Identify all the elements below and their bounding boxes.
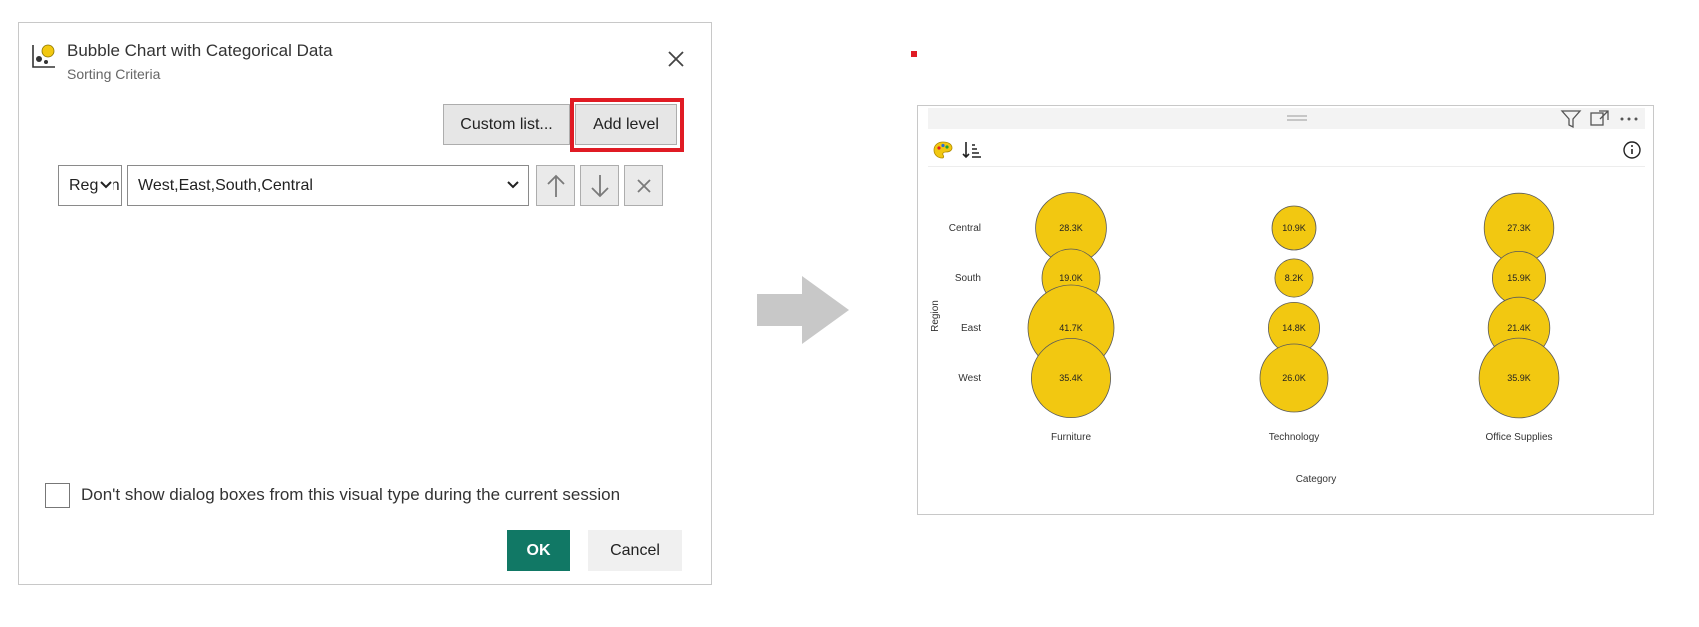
order-select-value: West,East,South,Central [138, 176, 313, 194]
remove-level-button[interactable] [624, 165, 663, 206]
add-level-button[interactable]: Add level [575, 104, 677, 145]
chevron-down-icon [99, 177, 113, 193]
cancel-button[interactable]: Cancel [588, 530, 682, 571]
y-tick-label: Central [949, 223, 981, 234]
arrow-up-icon [546, 174, 565, 197]
dont-show-label: Don't show dialog boxes from this visual… [81, 485, 621, 504]
move-up-button[interactable] [536, 165, 575, 206]
bubble-data-label: 41.7K [1059, 323, 1083, 333]
bubble-chart-visual: Region Central South East West Furniture Tec… [917, 105, 1654, 515]
bubble-data-label: 26.0K [1282, 373, 1306, 383]
bubble-data-label: 14.8K [1282, 323, 1306, 333]
bubble-data-label: 8.2K [1285, 273, 1304, 283]
y-tick-label: East [961, 323, 981, 334]
bubble-data-label: 10.9K [1282, 223, 1306, 233]
bubble-chart-icon [32, 44, 55, 68]
x-tick-label: Furniture [1051, 432, 1091, 443]
bubble-data-label: 35.4K [1059, 373, 1083, 383]
arrow-right-icon [757, 276, 849, 344]
sorting-dialog: Bubble Chart with Categorical Data Sorti… [18, 22, 712, 585]
x-tick-label: Technology [1269, 432, 1320, 443]
bubble-data-label: 21.4K [1507, 323, 1531, 333]
y-tick-label: South [955, 273, 981, 284]
bubble-data-label: 15.9K [1507, 273, 1531, 283]
marker-dot [911, 51, 917, 57]
close-icon [636, 178, 651, 193]
dialog-subtitle: Sorting Criteria [67, 66, 161, 82]
y-axis-label: Region [930, 300, 941, 332]
bubble-data-label: 28.3K [1059, 223, 1083, 233]
y-tick-label: West [958, 373, 981, 384]
ok-button[interactable]: OK [507, 530, 570, 571]
chevron-down-icon [506, 177, 520, 193]
custom-list-button[interactable]: Custom list... [443, 104, 570, 145]
arrow-down-icon [590, 174, 609, 197]
bubble-data-label: 19.0K [1059, 273, 1083, 283]
close-icon[interactable] [664, 47, 688, 71]
x-axis-label: Category [1296, 474, 1337, 485]
x-tick-label: Office Supplies [1485, 432, 1552, 443]
move-down-button[interactable] [580, 165, 619, 206]
bubble-chart: Region Central South East West Furniture Tec… [930, 192, 1560, 485]
dont-show-checkbox[interactable] [45, 483, 70, 508]
bubble-data-label: 35.9K [1507, 373, 1531, 383]
level-select[interactable]: Region [58, 165, 122, 206]
order-select[interactable]: West,East,South,Central [127, 165, 529, 206]
bubble-data-label: 27.3K [1507, 223, 1531, 233]
dialog-title: Bubble Chart with Categorical Data [67, 41, 333, 60]
